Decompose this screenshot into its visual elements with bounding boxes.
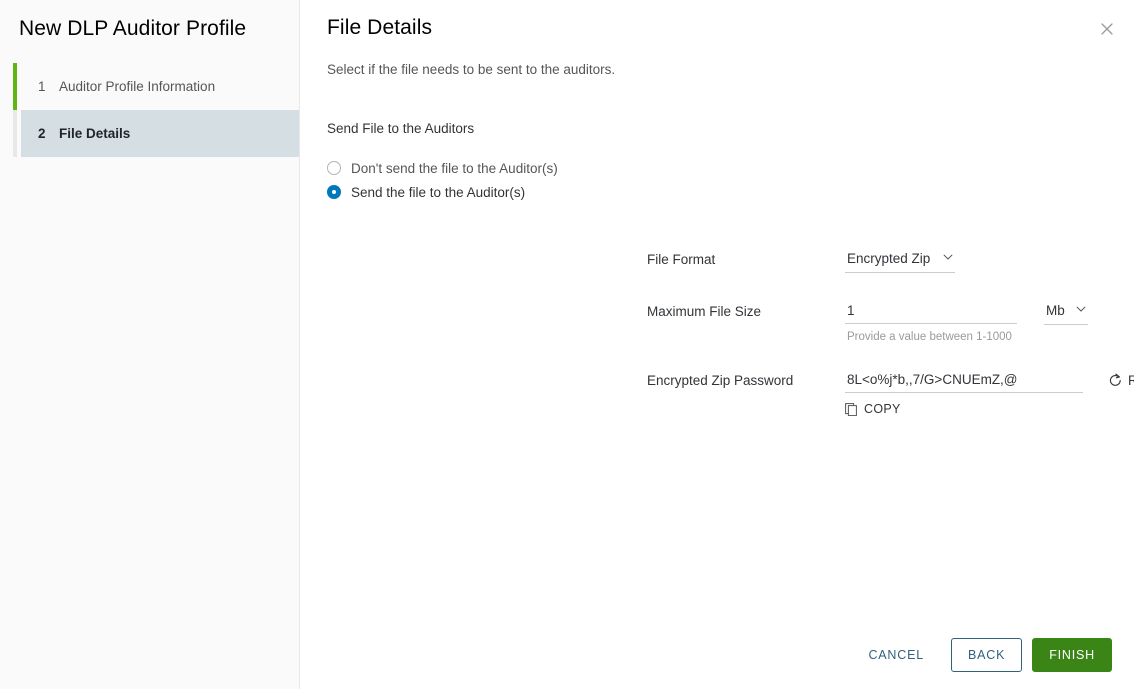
file-size-unit-select[interactable]: Mb xyxy=(1044,302,1088,325)
step-number: 2 xyxy=(38,126,46,141)
regenerate-password-label: Regenerate xyxy=(1128,373,1134,388)
wizard-step-list: 1 Auditor Profile Information 2 File Det… xyxy=(0,63,299,157)
section-title-send-file: Send File to the Auditors xyxy=(327,121,475,136)
sidebar-step-file-details[interactable]: 2 File Details xyxy=(21,110,299,157)
copy-icon xyxy=(845,402,857,416)
send-file-radio-group: Don't send the file to the Auditor(s) Se… xyxy=(300,136,1134,204)
radio-mark xyxy=(327,161,341,175)
step-number: 1 xyxy=(38,79,46,94)
max-file-size-helper-text: Provide a value between 1-1000 xyxy=(847,331,1012,343)
file-details-form: File Format Encrypted Zip Maximum File S… xyxy=(300,204,1134,421)
cancel-button[interactable]: CANCEL xyxy=(851,638,941,672)
file-format-value: Encrypted Zip xyxy=(847,251,931,266)
radio-mark xyxy=(327,185,341,199)
max-file-size-input[interactable] xyxy=(845,302,1017,324)
password-field: COPY xyxy=(845,371,1083,421)
wizard-sidebar: New DLP Auditor Profile 1 Auditor Profil… xyxy=(0,0,300,689)
step-accent-bar xyxy=(13,110,17,157)
form-row-max-file-size: Maximum File Size Provide a value betwee… xyxy=(300,302,1134,343)
finish-button[interactable]: FINISH xyxy=(1032,637,1112,672)
file-format-field: Encrypted Zip xyxy=(845,250,955,273)
step-accent-bar xyxy=(13,63,17,110)
password-input[interactable] xyxy=(845,371,1083,393)
radio-send-file[interactable]: Send the file to the Auditor(s) xyxy=(327,180,1134,204)
step-label: File Details xyxy=(59,126,131,141)
file-format-label: File Format xyxy=(647,252,716,267)
refresh-icon xyxy=(1109,373,1121,386)
close-icon xyxy=(1101,23,1113,35)
step-label: Auditor Profile Information xyxy=(59,79,216,94)
sidebar-step-auditor-profile-information[interactable]: 1 Auditor Profile Information xyxy=(13,63,299,110)
file-size-unit-value: Mb xyxy=(1046,303,1065,318)
copy-password-button[interactable]: COPY xyxy=(845,402,901,416)
page-title: File Details xyxy=(327,16,433,39)
form-row-password: Encrypted Zip Password COPY xyxy=(300,371,1134,421)
close-button[interactable] xyxy=(1092,14,1122,44)
max-file-size-label: Maximum File Size xyxy=(647,304,762,319)
radio-label: Send the file to the Auditor(s) xyxy=(351,184,526,200)
new-dlp-auditor-profile-wizard: New DLP Auditor Profile 1 Auditor Profil… xyxy=(0,0,1134,689)
file-format-select[interactable]: Encrypted Zip xyxy=(845,250,955,273)
radio-dont-send-file[interactable]: Don't send the file to the Auditor(s) xyxy=(327,156,1134,180)
form-row-file-format: File Format Encrypted Zip xyxy=(300,250,1134,276)
wizard-footer: CANCEL BACK FINISH xyxy=(300,620,1134,689)
copy-password-label: COPY xyxy=(864,402,901,416)
max-file-size-field: Provide a value between 1-1000 Mb xyxy=(845,302,1088,343)
radio-label: Don't send the file to the Auditor(s) xyxy=(351,160,558,176)
wizard-content: File Details Select if the file needs to… xyxy=(300,0,1134,689)
regenerate-password-button[interactable]: Regenerate xyxy=(1108,373,1134,388)
back-button[interactable]: BACK xyxy=(950,637,1023,672)
wizard-title: New DLP Auditor Profile xyxy=(19,17,247,40)
password-label: Encrypted Zip Password xyxy=(647,373,794,388)
page-description: Select if the file needs to be sent to t… xyxy=(327,62,616,77)
